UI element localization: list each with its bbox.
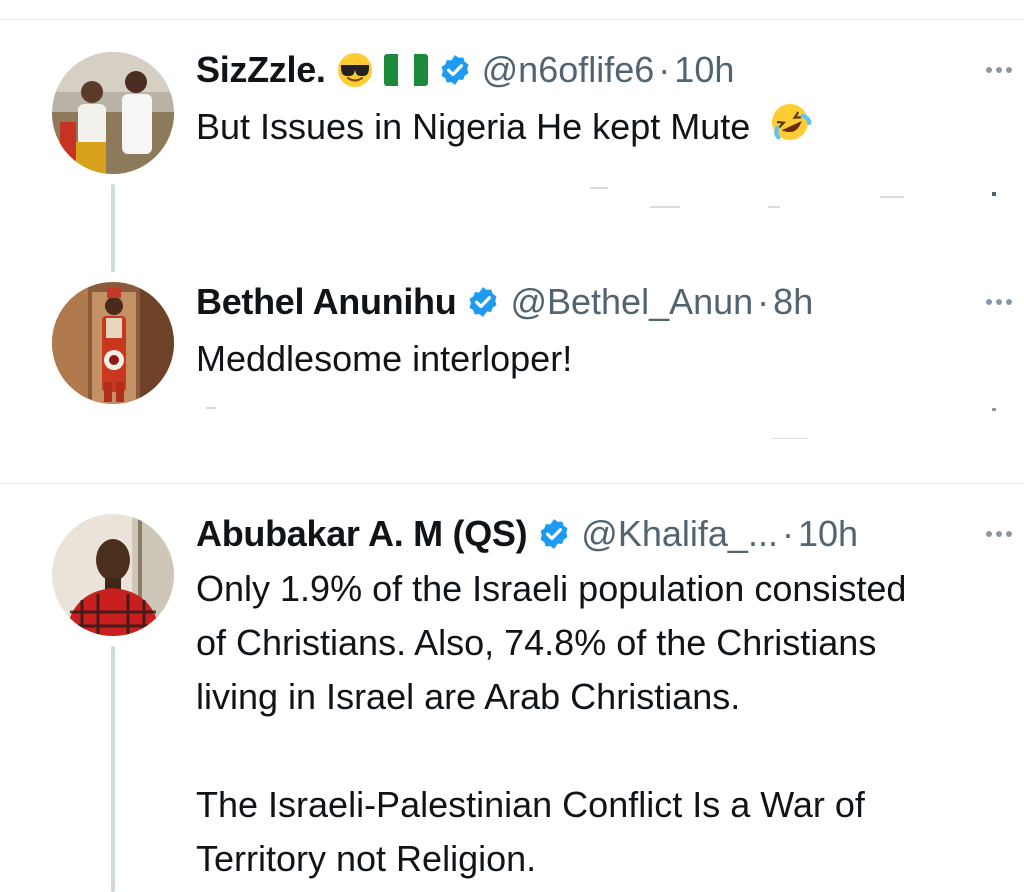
display-name[interactable]: Abubakar A. M (QS) [196,513,528,555]
verified-badge-icon [466,285,500,319]
more-icon[interactable] [986,280,1012,324]
separator-dot: · [757,281,770,322]
tweet-text-line: Territory not Religion. [196,838,537,879]
media-remnant-line [768,206,780,208]
thread-connector [111,184,115,272]
sunglasses-emoji-icon [336,51,374,89]
tweet-text: Only 1.9% of the Israeli population cons… [196,562,1016,886]
tweet-text: Meddlesome interloper! [196,332,1016,386]
user-handle[interactable]: @Khalifa_... [581,513,778,555]
media-remnant-line [772,438,808,439]
user-handle[interactable]: @n6oflife6 [482,49,655,91]
tweet-header: SizZzle. @n6oflife6 · 10h [196,48,734,92]
media-remnant-line [992,408,996,411]
avatar[interactable] [52,514,174,636]
timestamp[interactable]: 10h [798,513,858,555]
media-remnant-line [206,407,216,409]
media-remnant-line [650,206,680,208]
verified-badge-icon [537,517,571,551]
timestamp[interactable]: 8h [773,281,813,323]
avatar[interactable] [52,282,174,404]
tweet-text-line: The Israeli-Palestinian Conflict Is a Wa… [196,784,865,825]
tweet-text-line: Only 1.9% of the Israeli population cons… [196,568,907,609]
top-divider [0,19,1024,20]
nigeria-flag-icon [383,54,428,86]
thread-divider [0,483,1024,484]
tweet-text: But Issues in Nigeria He kept Mute [196,100,1016,159]
display-name[interactable]: Bethel Anunihu [196,281,457,323]
tweet-header: Abubakar A. M (QS) @Khalifa_... · 10h [196,512,858,556]
tweet-text-line: of Christians. Also, 74.8% of the Christ… [196,622,877,663]
separator-dot: · [781,513,794,554]
tweet-text-line [196,724,1016,778]
separator-dot: · [658,49,671,90]
display-name[interactable]: SizZzle. [196,49,326,91]
tweet-text-line: living in Israel are Arab Christians. [196,676,741,717]
more-icon[interactable] [986,48,1012,92]
tweet-header: Bethel Anunihu @Bethel_Anun · 8h [196,280,813,324]
verified-badge-icon [438,53,472,87]
tweet-text-content: Meddlesome interloper! [196,338,573,379]
tweet-text-content: But Issues in Nigeria He kept Mute [196,106,751,148]
thread-connector [111,646,115,892]
media-remnant-line [880,196,904,198]
user-handle[interactable]: @Bethel_Anun [510,281,753,323]
avatar[interactable] [52,52,174,174]
more-icon[interactable] [986,512,1012,556]
media-remnant-line [590,187,608,189]
timestamp[interactable]: 10h [674,49,734,91]
media-remnant-line [992,192,996,196]
rofl-emoji-icon [768,100,812,159]
